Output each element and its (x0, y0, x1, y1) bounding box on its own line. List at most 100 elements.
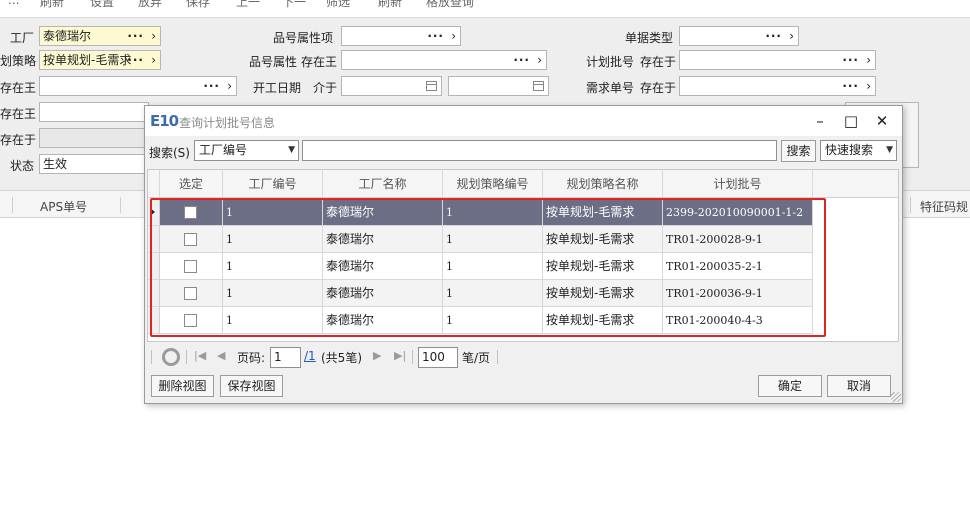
row-checkbox[interactable] (184, 260, 197, 273)
more-icon[interactable]: ··· (765, 27, 782, 45)
select-cell[interactable] (160, 253, 223, 280)
more-icon[interactable]: ··· (127, 27, 144, 45)
toolbar-item[interactable]: 筛选 (326, 0, 350, 10)
column-header[interactable]: 工厂编号 (223, 170, 323, 198)
select-cell[interactable] (160, 226, 223, 253)
status-field[interactable]: 生效 (39, 154, 149, 174)
chevron-right-icon[interactable]: › (789, 27, 794, 45)
table-row[interactable]: 1 泰德瑞尔 1 按单规划-毛需求 TR01-200028-9-1 (148, 226, 898, 253)
start-date-from[interactable] (341, 76, 442, 96)
search-button[interactable]: 搜索 (781, 140, 816, 162)
page-input[interactable]: 1 (270, 347, 301, 368)
calendar-icon[interactable] (533, 81, 544, 91)
cancel-button[interactable]: 取消 (827, 375, 891, 397)
toolbar-item[interactable]: ... (8, 0, 19, 7)
quick-search-select[interactable]: 快速搜索 ▼ (820, 140, 897, 161)
column-header[interactable]: 计划批号 (663, 170, 813, 198)
select-cell[interactable] (160, 307, 223, 334)
row-header[interactable] (148, 280, 160, 307)
column-header[interactable]: 选定 (160, 170, 223, 198)
more-icon[interactable]: ··· (203, 77, 220, 95)
demand-no-field[interactable]: ··· › (679, 76, 876, 96)
divider (12, 197, 13, 213)
page-size-input[interactable]: 100 (418, 347, 458, 368)
exists-field-3[interactable] (39, 128, 149, 148)
record-count: (共5笔) (321, 351, 362, 365)
column-header[interactable]: 规划策略名称 (543, 170, 663, 198)
row-checkbox[interactable] (184, 314, 197, 327)
quick-search-value: 快速搜索 (825, 143, 874, 157)
chevron-down-icon[interactable]: ▼ (288, 141, 295, 160)
select-cell[interactable] (160, 280, 223, 307)
row-checkbox[interactable] (184, 287, 197, 300)
first-page-icon[interactable]: |◀ (194, 349, 206, 362)
maximize-icon[interactable]: □ (840, 110, 862, 132)
chevron-right-icon[interactable]: › (866, 77, 871, 95)
search-field-value: 工厂编号 (199, 143, 248, 157)
row-header[interactable] (148, 226, 160, 253)
chevron-down-icon[interactable]: ▼ (886, 141, 893, 160)
aps-no-column[interactable]: APS单号 (40, 198, 87, 215)
factory-name-cell: 泰德瑞尔 (323, 226, 443, 253)
plan-lot-op: 存在于 (640, 55, 677, 69)
start-date-to[interactable] (448, 76, 549, 96)
more-icon[interactable]: ··· (513, 51, 530, 69)
toolbar-item[interactable]: 设置 (90, 0, 114, 10)
more-icon[interactable]: ··· (842, 51, 859, 69)
chevron-right-icon[interactable]: › (451, 27, 456, 45)
toolbar-item[interactable]: 上一 (236, 0, 260, 10)
plan-lot-field[interactable]: ··· › (679, 50, 876, 70)
column-header[interactable]: 规划策略编号 (443, 170, 543, 198)
row-header[interactable] (148, 253, 160, 280)
minimize-icon[interactable]: – (809, 110, 831, 132)
search-bar: 搜索(S) 工厂编号 ▼ 搜索 快速搜索 ▼ (145, 137, 902, 165)
chevron-right-icon[interactable]: › (151, 27, 156, 45)
chevron-right-icon[interactable]: › (537, 51, 542, 69)
resize-grip-icon[interactable] (891, 392, 901, 402)
row-header[interactable] (148, 307, 160, 334)
chevron-right-icon[interactable]: › (151, 51, 156, 69)
exists-field-1[interactable]: ··· › (39, 76, 237, 96)
search-input[interactable] (302, 140, 777, 161)
table-row[interactable]: 1 泰德瑞尔 1 按单规划-毛需求 2399-202010090001-1-2 (148, 199, 898, 226)
more-icon[interactable]: ··· (127, 51, 144, 69)
row-header[interactable] (148, 199, 160, 226)
previous-page-icon[interactable]: ◀ (217, 349, 225, 362)
feature-code-column[interactable]: 特征码规 (920, 198, 968, 215)
factory-field[interactable]: 泰德瑞尔 ··· › (39, 26, 161, 46)
dialog-titlebar[interactable]: E10 查询计划批号信息 – □ ✕ (145, 106, 902, 136)
table-row[interactable]: 1 泰德瑞尔 1 按单规划-毛需求 TR01-200040-4-3 (148, 307, 898, 334)
table-row[interactable]: 1 泰德瑞尔 1 按单规划-毛需求 TR01-200035-2-1 (148, 253, 898, 280)
ok-button[interactable]: 确定 (758, 375, 822, 397)
delete-view-button[interactable]: 删除视图 (151, 375, 214, 397)
toolbar-item[interactable]: 刷新 (40, 0, 64, 10)
toolbar-item[interactable]: 保存 (186, 0, 210, 10)
next-page-icon[interactable]: ▶ (373, 349, 381, 362)
last-page-icon[interactable]: ▶| (394, 349, 406, 362)
save-view-button[interactable]: 保存视图 (220, 375, 283, 397)
more-icon[interactable]: ··· (427, 27, 444, 45)
calendar-icon[interactable] (426, 81, 437, 91)
toolbar-item[interactable]: 放弃 (138, 0, 162, 10)
strategy-field[interactable]: 按单规划-毛需求 ··· › (39, 50, 161, 70)
row-checkbox[interactable] (184, 233, 197, 246)
column-header[interactable]: 工厂名称 (323, 170, 443, 198)
more-icon[interactable]: ··· (842, 77, 859, 95)
toolbar-item[interactable]: 格放查询 (426, 0, 474, 10)
refresh-icon[interactable] (162, 348, 180, 366)
toolbar-item[interactable]: 下一 (282, 0, 306, 10)
select-cell[interactable] (160, 199, 223, 226)
doc-type-field[interactable]: ··· › (679, 26, 799, 46)
chevron-right-icon[interactable]: › (866, 51, 871, 69)
part-attr-item-field[interactable]: ··· › (341, 26, 461, 46)
exists-field-2[interactable] (39, 102, 149, 122)
close-icon[interactable]: ✕ (871, 110, 893, 132)
chevron-right-icon[interactable]: › (227, 77, 232, 95)
toolbar-item[interactable]: 刷新 (378, 0, 402, 10)
page-total[interactable]: /1 (304, 349, 316, 363)
search-field-select[interactable]: 工厂编号 ▼ (194, 140, 299, 161)
pager: |◀ ◀ 页码: 1 /1 (共5笔) ▶ ▶| 100 笔/页 (145, 344, 902, 370)
row-checkbox[interactable] (184, 206, 197, 219)
table-row[interactable]: 1 泰德瑞尔 1 按单规划-毛需求 TR01-200036-9-1 (148, 280, 898, 307)
part-attr-field[interactable]: ··· › (341, 50, 547, 70)
